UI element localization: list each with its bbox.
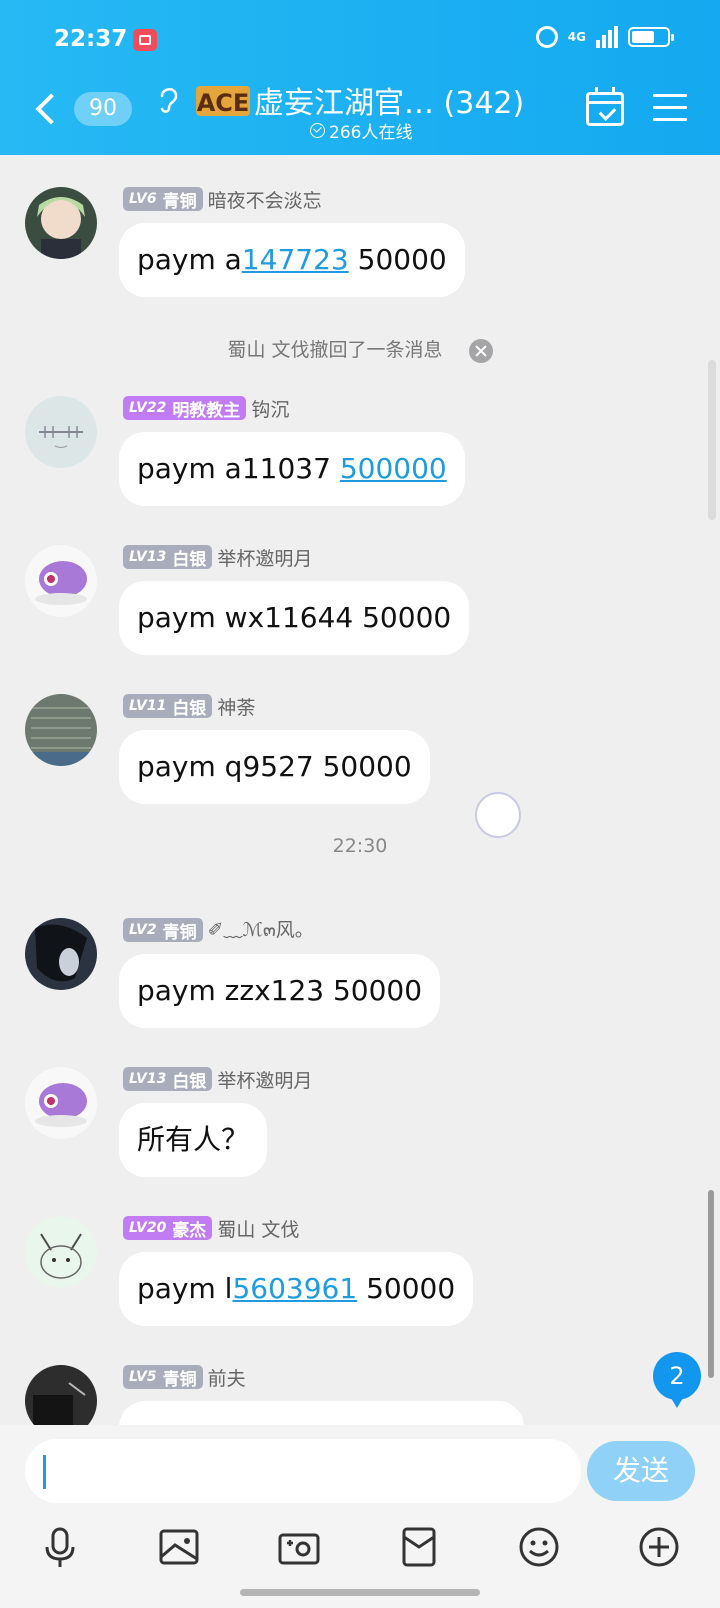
sender-meta: LV13 白银 举杯邀明月 bbox=[123, 1066, 312, 1093]
sender-meta: LV5 青铜 前夫 bbox=[123, 1364, 246, 1391]
unread-count-badge[interactable]: 90 bbox=[74, 92, 132, 126]
new-message-badge[interactable]: 2 bbox=[653, 1352, 701, 1408]
sender-nickname[interactable]: ✐﹏ℳ๓风。 bbox=[208, 915, 314, 945]
microphone-icon[interactable] bbox=[38, 1525, 82, 1569]
image-icon[interactable] bbox=[157, 1525, 201, 1569]
message-bubble[interactable]: paym l5603961 50000 bbox=[119, 1252, 474, 1326]
message-bubble[interactable]: paym wx11644 50000 bbox=[119, 581, 470, 655]
level-badge: LV2 青铜 bbox=[123, 918, 203, 943]
sender-meta: LV11 白银 神荼 bbox=[123, 693, 255, 720]
recall-notice: 蜀山 文伐撤回了一条消息 bbox=[0, 335, 720, 363]
sender-meta: LV22 明教教主 钩沉 bbox=[123, 395, 289, 422]
level-badge: LV20 豪杰 bbox=[123, 1216, 213, 1241]
sender-meta: LV2 青铜 ✐﹏ℳ๓风。 bbox=[123, 915, 314, 945]
loading-spinner bbox=[475, 792, 521, 838]
camera-icon[interactable] bbox=[277, 1525, 321, 1569]
member-count: (342) bbox=[443, 86, 525, 121]
scrollbar-track[interactable] bbox=[708, 360, 716, 520]
message-list[interactable]: LV6 青铜 暗夜不会淡忘 paym a147723 50000 蜀山 文伐撤回了… bbox=[0, 155, 720, 1425]
avatar[interactable] bbox=[25, 545, 97, 617]
phone-link[interactable]: 5603961 bbox=[232, 1272, 357, 1305]
ear-icon bbox=[160, 88, 178, 113]
avatar[interactable] bbox=[25, 1365, 97, 1425]
avatar[interactable] bbox=[25, 187, 97, 259]
sender-nickname[interactable]: 钩沉 bbox=[251, 395, 289, 422]
avatar[interactable] bbox=[25, 1067, 97, 1139]
phone-link[interactable]: 500000 bbox=[340, 452, 447, 485]
sender-meta: LV20 豪杰 蜀山 文伐 bbox=[123, 1215, 299, 1242]
avatar[interactable] bbox=[25, 694, 97, 766]
network-type: 4G bbox=[567, 30, 586, 44]
red-packet-icon[interactable] bbox=[397, 1525, 441, 1569]
level-badge: LV22 明教教主 bbox=[123, 396, 247, 421]
text-caret bbox=[43, 1455, 46, 1489]
avatar[interactable] bbox=[25, 918, 97, 990]
send-button[interactable]: 发送 bbox=[587, 1441, 695, 1501]
group-avatar-logo: ACE bbox=[196, 86, 250, 117]
alarm-icon bbox=[535, 26, 558, 48]
recall-notice-text: 蜀山 文伐撤回了一条消息 bbox=[227, 339, 443, 361]
level-badge: LV11 白银 bbox=[123, 694, 213, 719]
chat-header: 22:37 4G 90 ACE 虚妄江湖官… (342) 266人在线 bbox=[0, 0, 720, 155]
status-icons: 4G bbox=[535, 26, 674, 48]
battery-icon bbox=[628, 27, 674, 47]
signal-icon bbox=[596, 26, 618, 48]
message-bubble[interactable]: paym q9527 50000 bbox=[119, 730, 430, 804]
message-bubble[interactable]: 所有人？ bbox=[119, 1103, 268, 1177]
input-bar: 发送 bbox=[0, 1425, 720, 1608]
online-check-icon bbox=[310, 123, 325, 138]
online-status: 266人在线 bbox=[310, 118, 412, 143]
avatar[interactable] bbox=[25, 396, 97, 468]
sender-meta: LV13 白银 举杯邀明月 bbox=[123, 544, 312, 571]
sender-nickname[interactable]: 举杯邀明月 bbox=[217, 544, 312, 571]
sender-nickname[interactable]: 暗夜不会淡忘 bbox=[208, 186, 322, 213]
emoji-icon[interactable] bbox=[517, 1525, 561, 1569]
group-name: 虚妄江湖官… bbox=[254, 86, 434, 121]
message-bubble[interactable]: paym zzx123 50000 bbox=[119, 954, 441, 1028]
back-button[interactable] bbox=[30, 88, 60, 128]
message-bubble[interactable]: paym a11037 500000 bbox=[119, 432, 465, 506]
sender-nickname[interactable]: 神荼 bbox=[217, 693, 255, 720]
message-bubble[interactable]: paym a147723 50000 bbox=[119, 223, 465, 297]
avatar[interactable] bbox=[25, 1216, 97, 1288]
screen-record-icon bbox=[133, 29, 157, 51]
sender-nickname[interactable]: 前夫 bbox=[208, 1364, 246, 1391]
home-indicator[interactable] bbox=[240, 1589, 480, 1596]
scrollbar-thumb[interactable] bbox=[708, 1190, 714, 1378]
calendar-check-icon[interactable] bbox=[586, 87, 624, 126]
menu-icon[interactable] bbox=[653, 94, 687, 122]
level-badge: LV13 白银 bbox=[123, 1067, 213, 1092]
sender-nickname[interactable]: 蜀山 文伐 bbox=[217, 1215, 299, 1242]
status-time: 22:37 bbox=[54, 26, 128, 52]
sender-nickname[interactable]: 举杯邀明月 bbox=[217, 1066, 312, 1093]
group-title[interactable]: 虚妄江湖官… (342) bbox=[254, 78, 524, 122]
add-icon[interactable] bbox=[637, 1525, 681, 1569]
phone-link[interactable]: 147723 bbox=[242, 243, 349, 276]
sender-meta: LV6 青铜 暗夜不会淡忘 bbox=[123, 186, 322, 213]
level-badge: LV13 白银 bbox=[123, 545, 213, 570]
close-icon[interactable] bbox=[468, 338, 493, 363]
online-count: 266人在线 bbox=[329, 123, 413, 143]
level-badge: LV5 青铜 bbox=[123, 1365, 203, 1390]
time-separator: 22:30 bbox=[332, 835, 388, 857]
message-bubble[interactable] bbox=[119, 1401, 524, 1425]
message-input[interactable] bbox=[25, 1439, 581, 1503]
level-badge: LV6 青铜 bbox=[123, 187, 203, 212]
input-toolbar bbox=[0, 1525, 720, 1577]
svg-text:ACE: ACE bbox=[197, 89, 250, 117]
